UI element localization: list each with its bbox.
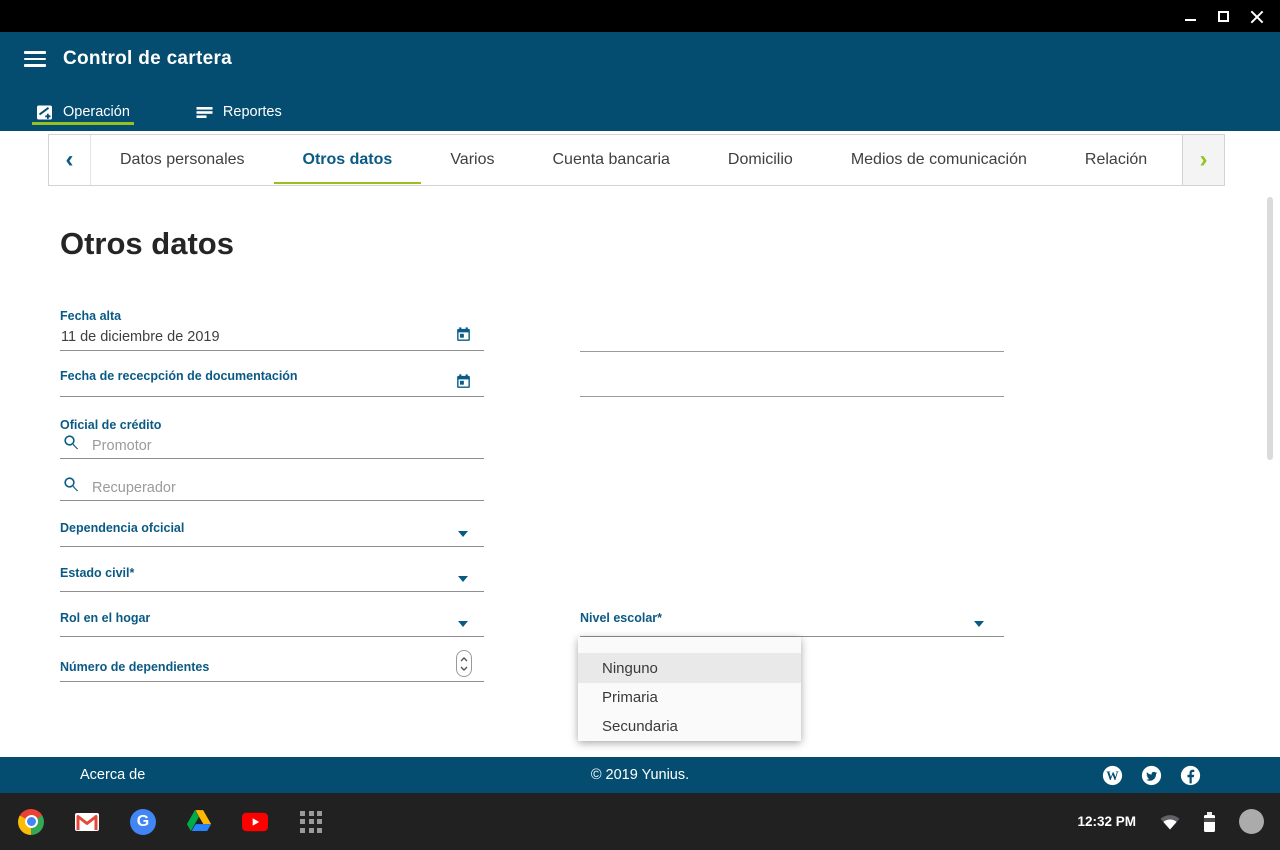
tab-cuenta-bancaria[interactable]: Cuenta bancaria xyxy=(523,135,698,185)
tabs: Datos personales Otros datos Varios Cuen… xyxy=(91,135,1182,185)
field-empty-1[interactable] xyxy=(580,321,1004,352)
tab-label: Otros datos xyxy=(303,151,393,169)
tabs-next-button[interactable]: › xyxy=(1182,135,1224,185)
app-header: Control de cartera Operación Reportes xyxy=(0,32,1280,131)
chevron-right-icon: › xyxy=(1200,146,1208,174)
stepper-arrows-icon xyxy=(459,654,469,674)
tab-varios[interactable]: Varios xyxy=(421,135,523,185)
nivel-escolar-dropdown: Ninguno Primaria Secundaria xyxy=(578,637,801,741)
tab-label: Datos personales xyxy=(120,151,245,169)
search-icon xyxy=(62,475,81,494)
field-label: Fecha de rececpción de documentación xyxy=(60,369,484,383)
gmail-icon[interactable] xyxy=(74,809,100,835)
field-label: Nivel escolar* xyxy=(580,611,1004,625)
field-estado-civil[interactable]: Estado civil* xyxy=(60,566,484,592)
tab-datos-personales[interactable]: Datos personales xyxy=(91,135,274,185)
tab-label: Cuenta bancaria xyxy=(552,151,669,169)
scrollbar[interactable] xyxy=(1267,197,1273,460)
reports-icon xyxy=(196,104,213,121)
page-title: Otros datos xyxy=(60,226,234,262)
option-label: Ninguno xyxy=(602,660,658,677)
field-label: Rol en el hogar xyxy=(60,611,484,625)
field-label: Estado civil* xyxy=(60,566,484,580)
recuperador-search-input[interactable] xyxy=(92,480,422,496)
tabs-prev-button[interactable]: ‹ xyxy=(49,135,91,185)
chevron-down-icon[interactable] xyxy=(458,531,468,537)
field-nivel-escolar[interactable]: Nivel escolar* xyxy=(580,611,1004,637)
field-fecha-alta[interactable]: Fecha alta 11 de diciembre de 2019 xyxy=(60,303,484,351)
calendar-icon[interactable] xyxy=(455,326,472,343)
dropdown-option-secundaria[interactable]: Secundaria xyxy=(578,712,801,741)
operation-icon xyxy=(36,104,53,121)
tab-label: Domicilio xyxy=(728,151,793,169)
footer: Acerca de © 2019 Yunius. W xyxy=(0,757,1280,793)
field-value: 11 de diciembre de 2019 xyxy=(61,329,220,345)
calendar-icon[interactable] xyxy=(455,373,472,390)
dropdown-option-primaria[interactable]: Primaria xyxy=(578,683,801,712)
copyright-text: © 2019 Yunius. xyxy=(0,767,1280,783)
field-recuperador[interactable] xyxy=(60,469,484,501)
facebook-icon[interactable] xyxy=(1180,765,1201,786)
nav-item-operacion[interactable]: Operación xyxy=(32,93,134,131)
field-label: Dependencia ofcicial xyxy=(60,521,484,535)
page-content: ‹ Datos personales Otros datos Varios Cu… xyxy=(0,131,1280,757)
twitter-icon[interactable] xyxy=(1141,765,1162,786)
nav-item-reportes[interactable]: Reportes xyxy=(192,93,286,131)
chevron-down-icon[interactable] xyxy=(974,621,984,627)
svg-text:W: W xyxy=(1106,768,1119,782)
close-icon[interactable] xyxy=(1248,8,1264,24)
field-numero-dependientes[interactable]: Número de dependientes xyxy=(60,655,484,682)
nav-label: Reportes xyxy=(223,104,282,120)
chevron-down-icon[interactable] xyxy=(458,576,468,582)
minimize-icon[interactable] xyxy=(1182,8,1198,24)
promotor-search-input[interactable] xyxy=(92,438,422,454)
tab-label: Relación xyxy=(1085,151,1147,169)
drive-icon[interactable] xyxy=(186,809,212,835)
chevron-left-icon: ‹ xyxy=(66,146,74,174)
field-rol-hogar[interactable]: Rol en el hogar xyxy=(60,611,484,637)
main-nav: Operación Reportes xyxy=(32,93,286,131)
wifi-icon xyxy=(1160,814,1180,830)
apps-grid-icon[interactable] xyxy=(298,809,324,835)
tab-medios-comunicacion[interactable]: Medios de comunicación xyxy=(822,135,1056,185)
status-area[interactable]: 12:32 PM xyxy=(1077,809,1264,834)
field-empty-2[interactable] xyxy=(580,366,1004,397)
taskbar: G 12:32 PM xyxy=(0,793,1280,850)
wordpress-icon[interactable]: W xyxy=(1102,765,1123,786)
option-label: Primaria xyxy=(602,689,658,706)
screen: Control de cartera Operación Reportes xyxy=(0,0,1280,850)
field-label: Fecha alta xyxy=(60,303,484,323)
field-promotor[interactable] xyxy=(60,427,484,459)
number-stepper[interactable] xyxy=(456,650,472,677)
tab-otros-datos[interactable]: Otros datos xyxy=(274,135,422,185)
chevron-down-icon[interactable] xyxy=(458,621,468,627)
tab-label: Medios de comunicación xyxy=(851,151,1027,169)
field-dependencia-oficial[interactable]: Dependencia ofcicial xyxy=(60,521,484,547)
social-links: W xyxy=(1102,765,1201,786)
window-titlebar xyxy=(0,0,1280,32)
field-fecha-recepcion[interactable]: Fecha de rececpción de documentación xyxy=(60,369,484,397)
tab-label: Varios xyxy=(450,151,494,169)
option-label: Secundaria xyxy=(602,718,678,735)
youtube-icon[interactable] xyxy=(242,809,268,835)
chrome-icon[interactable] xyxy=(18,809,44,835)
clock: 12:32 PM xyxy=(1077,814,1136,829)
tab-strip: ‹ Datos personales Otros datos Varios Cu… xyxy=(48,134,1225,186)
maximize-icon[interactable] xyxy=(1215,8,1231,24)
avatar[interactable] xyxy=(1239,809,1264,834)
hamburger-menu-icon[interactable] xyxy=(24,51,46,67)
tab-relacion[interactable]: Relación xyxy=(1056,135,1176,185)
dropdown-option-ninguno[interactable]: Ninguno xyxy=(578,653,801,683)
tab-domicilio[interactable]: Domicilio xyxy=(699,135,822,185)
search-icon xyxy=(62,433,81,452)
field-label: Número de dependientes xyxy=(60,655,484,674)
nav-label: Operación xyxy=(63,104,130,120)
app-shelf: G xyxy=(18,809,324,835)
app-title: Control de cartera xyxy=(63,48,232,70)
google-icon[interactable]: G xyxy=(130,809,156,835)
battery-icon xyxy=(1204,812,1215,832)
